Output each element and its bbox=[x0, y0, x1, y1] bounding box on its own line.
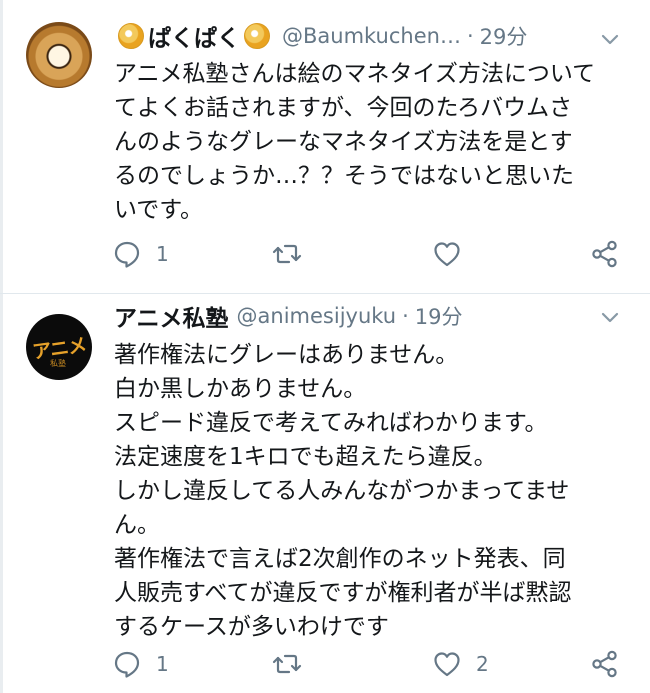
chevron-down-icon[interactable] bbox=[598, 28, 622, 52]
share-icon bbox=[592, 240, 617, 268]
timestamp[interactable]: 19分 bbox=[415, 301, 463, 331]
reply-button[interactable]: 1 bbox=[112, 644, 169, 684]
separator: · bbox=[466, 24, 474, 48]
tweet-header: ぱくぱく @Baumkuchen… · 29分 bbox=[114, 16, 527, 56]
retweet-icon bbox=[272, 244, 302, 264]
tweet-actions: 1 bbox=[0, 234, 650, 274]
share-icon bbox=[592, 650, 617, 678]
like-count: 2 bbox=[476, 652, 489, 676]
avatar[interactable]: アニメ 私塾 bbox=[26, 314, 92, 380]
cd-emoji-icon bbox=[118, 23, 144, 49]
tweet-text: 著作権法にグレーはありません。 白か黒しかありません。 スピード違反で考えてみれ… bbox=[114, 342, 572, 640]
cd-emoji-icon bbox=[244, 23, 270, 49]
reply-count: 1 bbox=[156, 242, 169, 266]
chevron-down-icon[interactable] bbox=[598, 306, 622, 330]
handle[interactable]: @Baumkuchen… bbox=[282, 24, 461, 48]
handle[interactable]: @animesijyuku bbox=[237, 304, 397, 328]
display-name[interactable]: ぱくぱく bbox=[148, 19, 240, 53]
reply-count: 1 bbox=[156, 652, 169, 676]
like-button[interactable]: 2 bbox=[432, 644, 489, 684]
timestamp[interactable]: 29分 bbox=[480, 21, 528, 51]
tweet-text: アニメ私塾さんは絵のマネタイズ方法について てよくお話されますが、今回のたろバウ… bbox=[114, 61, 596, 223]
reply-icon bbox=[114, 651, 140, 678]
avatar-logo-text: アニメ bbox=[31, 333, 88, 364]
like-icon bbox=[434, 652, 460, 677]
display-name[interactable]: アニメ私塾 bbox=[114, 299, 229, 333]
tweet[interactable]: ぱくぱく @Baumkuchen… · 29分 アニメ私塾さんは絵のマネタイズ方… bbox=[0, 0, 650, 294]
reply-button[interactable]: 1 bbox=[112, 234, 169, 274]
retweet-icon bbox=[272, 654, 302, 674]
reply-icon bbox=[114, 241, 140, 268]
retweet-button[interactable] bbox=[272, 644, 316, 684]
share-button[interactable] bbox=[590, 644, 620, 684]
like-icon bbox=[434, 242, 460, 267]
avatar[interactable] bbox=[26, 22, 92, 88]
separator: · bbox=[402, 304, 409, 328]
share-button[interactable] bbox=[590, 234, 620, 274]
avatar-logo-subtext: 私塾 bbox=[50, 359, 66, 368]
tweet-actions: 1 2 bbox=[0, 644, 650, 684]
retweet-button[interactable] bbox=[272, 234, 316, 274]
like-button[interactable] bbox=[432, 234, 476, 274]
tweet-header: アニメ私塾 @animesijyuku · 19分 bbox=[114, 296, 463, 336]
